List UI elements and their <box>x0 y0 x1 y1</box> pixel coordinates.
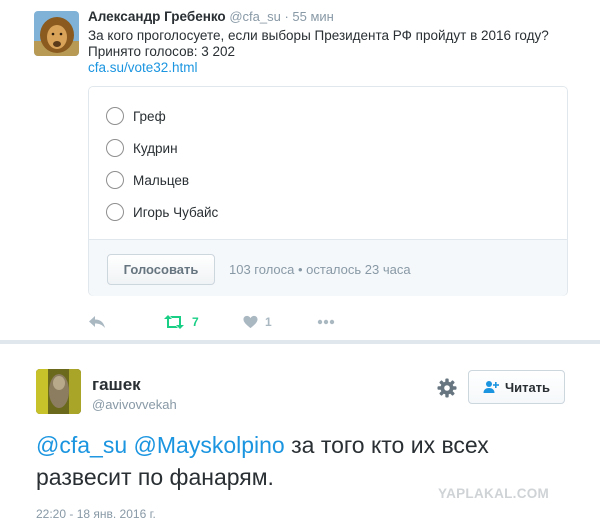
watermark: YAPLAKAL.COM <box>438 486 550 501</box>
like-button[interactable]: 1 <box>243 312 272 332</box>
author-name[interactable]: Александр Гребенко <box>88 9 226 24</box>
like-count: 1 <box>265 315 272 329</box>
poll-option[interactable]: Греф <box>106 106 166 126</box>
poll-option[interactable]: Кудрин <box>106 138 178 158</box>
author-handle[interactable]: @avivovvekah <box>92 397 177 412</box>
poll-option-label: Кудрин <box>133 140 178 156</box>
follow-button[interactable]: Читать <box>468 370 565 404</box>
tweet-reply: гашек @avivovvekah Читать @cfa_su @Maysk… <box>0 344 600 525</box>
poll-option-label: Игорь Чубайс <box>133 204 219 220</box>
tweet-header: Александр Гребенко @cfa_su · 55 мин <box>88 9 334 24</box>
author-handle[interactable]: @cfa_su <box>229 9 281 24</box>
tweet-time[interactable]: 55 мин <box>292 9 333 24</box>
tweet-actions: 7 1 <box>88 312 388 332</box>
radio-button[interactable] <box>106 107 124 125</box>
heart-icon <box>243 315 258 329</box>
more-button[interactable] <box>317 312 335 332</box>
more-icon <box>317 319 335 325</box>
reply-button[interactable] <box>88 312 106 332</box>
tweet-link[interactable]: cfa.su/vote32.html <box>88 60 588 76</box>
tweet-text-line: Принято голосов: 3 202 <box>88 44 236 59</box>
radio-button[interactable] <box>106 171 124 189</box>
poll-option[interactable]: Игорь Чубайс <box>106 202 218 222</box>
poll-option[interactable]: Мальцев <box>106 170 189 190</box>
poll-stats: 103 голоса • осталось 23 часа <box>229 262 411 277</box>
retweet-button[interactable]: 7 <box>163 312 199 332</box>
vote-button[interactable]: Голосовать <box>107 254 215 285</box>
author-name[interactable]: гашек <box>92 375 141 395</box>
gear-icon[interactable] <box>437 378 457 398</box>
retweet-icon <box>164 315 184 329</box>
retweet-count: 7 <box>192 315 199 329</box>
tweet-text: @cfa_su @Mayskolpino за того кто их всех… <box>36 429 576 493</box>
mention-link[interactable]: @cfa_su <box>36 432 127 458</box>
radio-button[interactable] <box>106 203 124 221</box>
tweet-timestamp[interactable]: 22:20 - 18 янв. 2016 г. <box>36 507 156 521</box>
separator-dot: · <box>284 9 289 24</box>
avatar[interactable] <box>34 11 79 56</box>
add-user-icon <box>483 381 499 393</box>
poll-options: Греф Кудрин Мальцев Игорь Чубайс <box>89 87 567 239</box>
poll-card: Греф Кудрин Мальцев Игорь Чубайс Голосов… <box>88 86 568 296</box>
poll-option-label: Греф <box>133 108 166 124</box>
tweet-poll: Александр Гребенко @cfa_su · 55 мин За к… <box>0 0 600 340</box>
poll-option-label: Мальцев <box>133 172 190 188</box>
avatar[interactable] <box>36 369 81 414</box>
reply-icon <box>89 316 105 328</box>
tweet-text: За кого проголосуете, если выборы Презид… <box>88 28 588 76</box>
follow-button-label: Читать <box>504 379 551 395</box>
mention-link[interactable]: @Mayskolpino <box>134 432 285 458</box>
tweet-text-line: За кого проголосуете, если выборы Презид… <box>88 28 549 43</box>
poll-footer: Голосовать 103 голоса • осталось 23 часа <box>89 239 567 296</box>
radio-button[interactable] <box>106 139 124 157</box>
